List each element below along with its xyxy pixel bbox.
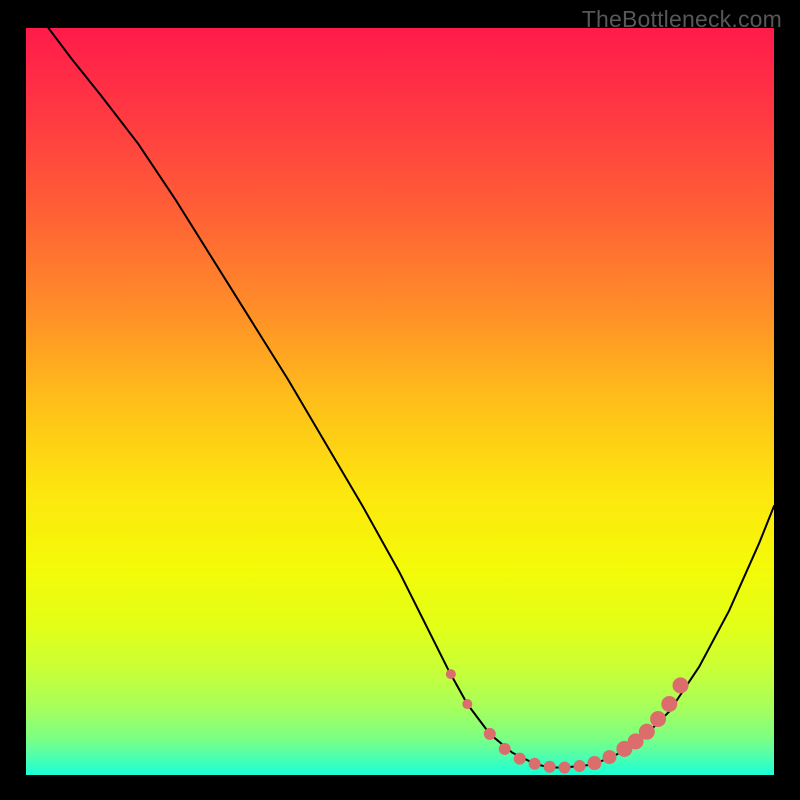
curve-marker [462, 699, 472, 709]
chart-container: TheBottleneck.com [0, 0, 800, 800]
plot-area [26, 28, 774, 775]
curve-marker [514, 753, 526, 765]
curve-marker [529, 758, 541, 770]
chart-svg [26, 28, 774, 775]
curve-marker [484, 728, 496, 740]
curve-marker [661, 696, 677, 712]
curve-marker [559, 762, 571, 774]
curve-marker [544, 761, 556, 773]
curve-marker [587, 756, 601, 770]
curve-marker [650, 711, 666, 727]
curve-marker [446, 669, 456, 679]
curve-marker [673, 677, 689, 693]
gradient-background [26, 28, 774, 775]
curve-marker [499, 743, 511, 755]
curve-marker [639, 724, 655, 740]
curve-marker [574, 760, 586, 772]
watermark-text: TheBottleneck.com [582, 6, 782, 33]
curve-marker [602, 750, 616, 764]
